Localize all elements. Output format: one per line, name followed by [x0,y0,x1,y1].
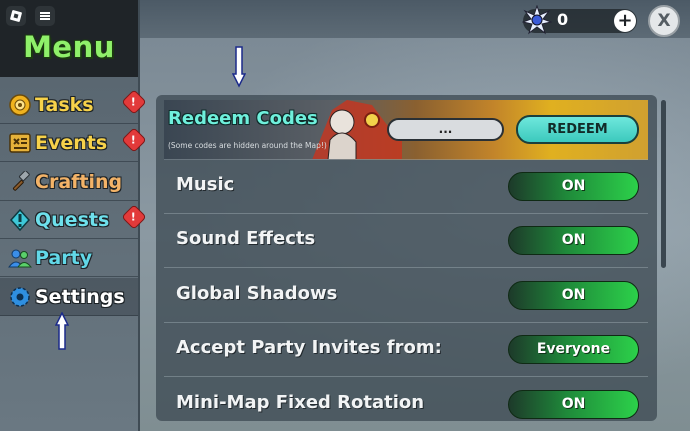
scrollbar[interactable] [661,100,666,268]
close-button[interactable]: X [648,5,680,37]
redeem-codes-hint: (Some codes are hidden around the Map!) [168,141,327,150]
spiky-orb-icon [521,4,553,35]
sidebar-item-crafting[interactable]: Crafting [0,163,138,201]
sidebar-item-label: Quests [35,208,110,231]
add-currency-button[interactable]: + [614,10,636,32]
sidebar-item-label: Events [35,131,108,154]
setting-row-global-shadows: Global Shadows ON [164,269,648,323]
sidebar-item-label: Settings [35,285,125,308]
setting-row-minimap-rotation: Mini-Map Fixed Rotation ON [164,378,648,421]
setting-label: Mini-Map Fixed Rotation [176,392,425,413]
sidebar-item-label: Crafting [35,170,123,193]
sidebar-item-tasks[interactable]: Tasks ! [0,86,146,124]
events-scroll-icon [8,131,32,155]
roblox-logo-button[interactable] [6,6,26,26]
hammer-icon [8,170,32,194]
gear-icon [8,285,32,309]
up-arrow-icon [54,311,70,354]
setting-row-music: Music ON [164,160,648,214]
setting-row-party-invites: Accept Party Invites from: Everyone [164,323,648,377]
music-toggle[interactable]: ON [508,172,639,201]
settings-panel: Redeem Codes (Some codes are hidden arou… [156,95,657,421]
sidebar: Menu Tasks ! Events ! Crafting Quests ! [0,0,146,431]
hamburger-menu-button[interactable] [35,6,55,26]
minimap-rotation-toggle[interactable]: ON [508,390,639,419]
sidebar-item-party[interactable]: Party [0,239,138,277]
code-input[interactable]: ... [387,118,504,141]
hamburger-icon [40,12,50,20]
redeem-codes-title: Redeem Codes [168,108,318,129]
currency-value: 0 [557,10,569,29]
sidebar-item-label: Tasks [35,93,94,116]
sound-effects-toggle[interactable]: ON [508,226,639,255]
sidebar-item-label: Party [35,246,93,269]
sidebar-item-settings[interactable]: Settings [0,278,138,316]
redeem-codes-row: Redeem Codes (Some codes are hidden arou… [164,100,648,160]
tasks-coin-icon [8,93,32,117]
setting-label: Accept Party Invites from: [176,337,442,358]
setting-label: Global Shadows [176,283,338,304]
setting-label: Music [176,174,235,195]
setting-label: Sound Effects [176,228,316,249]
sidebar-item-events[interactable]: Events ! [0,124,146,162]
menu-title: Menu [23,30,115,64]
setting-row-sound-effects: Sound Effects ON [164,214,648,268]
sidebar-header: Menu [0,0,138,77]
global-shadows-toggle[interactable]: ON [508,281,639,310]
redeem-button[interactable]: REDEEM [516,115,639,144]
down-arrow-icon [231,46,247,92]
sidebar-item-quests[interactable]: Quests ! [0,201,146,239]
party-invites-selector[interactable]: Everyone [508,335,639,364]
party-people-icon [8,246,32,270]
roblox-logo-icon [9,9,23,23]
quest-marker-icon [8,208,32,232]
